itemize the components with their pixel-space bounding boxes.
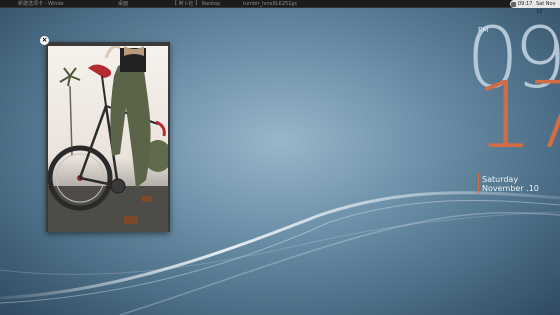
photo-widget[interactable] bbox=[46, 42, 170, 232]
taskbar-item-window[interactable]: 【 阿卜杜 】 Ibestop bbox=[172, 0, 234, 8]
taskbar: 新建选项卡 - Winde 桌面 【 阿卜杜 】 Ibestop tumblr_… bbox=[0, 0, 560, 15]
tray-icon bbox=[511, 1, 516, 7]
date-accent-bar bbox=[478, 173, 479, 193]
desktop: 新建选项卡 - Winde 桌面 【 阿卜杜 】 Ibestop tumblr_… bbox=[0, 0, 560, 315]
taskbar-item-image[interactable]: tumblr_lvnx8LK251gc bbox=[243, 0, 303, 8]
system-clock[interactable]: 09:17 Sat Nov 10 bbox=[510, 0, 560, 15]
clock-date: November .10 bbox=[482, 184, 539, 193]
taskbar-item-desktop[interactable]: 桌面 bbox=[118, 0, 148, 8]
system-clock-time: 09:17 bbox=[518, 1, 533, 7]
photo-image bbox=[48, 46, 168, 232]
close-icon[interactable]: × bbox=[40, 36, 49, 45]
taskbar-item-browser[interactable]: 新建选项卡 - Winde bbox=[18, 0, 78, 8]
clock-weekday: Saturday bbox=[482, 175, 519, 184]
clock-minute: 17 bbox=[475, 62, 560, 169]
